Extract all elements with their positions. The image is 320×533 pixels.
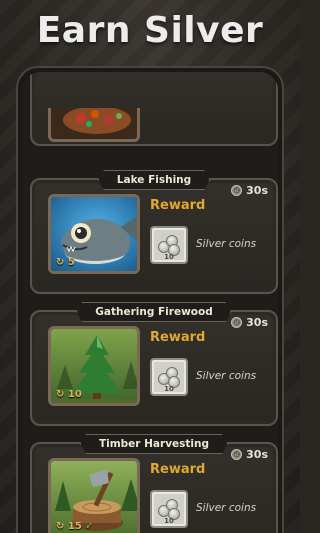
phone-frame: 15 885 bbox=[16, 66, 284, 533]
page-title: Earn Silver bbox=[36, 10, 264, 51]
task-title: Timber Harvesting bbox=[80, 434, 228, 454]
task-badge: ↻ 10 bbox=[56, 389, 82, 400]
task-screen: 15 885 bbox=[22, 72, 278, 533]
task-badge: ↻ 5 bbox=[56, 257, 75, 268]
reward-slot[interactable]: 10 bbox=[150, 490, 188, 528]
task-card-timber-harvesting[interactable]: Timber Harvesting ◷ 30s ↻ 15 ✓ Reward 10… bbox=[30, 442, 278, 533]
reward-label: Reward bbox=[150, 330, 206, 345]
reward-description: Silver coins bbox=[196, 502, 257, 514]
task-art-previous bbox=[48, 108, 140, 142]
clock-icon: ◷ bbox=[231, 317, 243, 328]
clock-icon: ◷ bbox=[231, 185, 243, 196]
task-badge: ↻ 15 ✓ bbox=[56, 521, 94, 532]
reward-description: Silver coins bbox=[196, 370, 257, 382]
firewood-art: ↻ 10 bbox=[48, 326, 140, 406]
reward-label: Reward bbox=[150, 198, 206, 213]
timber-art: ↻ 15 ✓ bbox=[48, 458, 140, 533]
timer-value: 30s bbox=[246, 448, 268, 461]
reward-count: 10 bbox=[164, 253, 174, 261]
reward-slot[interactable]: 10 bbox=[150, 226, 188, 264]
timer-value: 30s bbox=[246, 316, 268, 329]
task-timer: ◷ 30s bbox=[231, 184, 268, 197]
task-card-gathering-firewood[interactable]: Gathering Firewood ◷ 30s ↻ 10 Reward 10 … bbox=[30, 310, 278, 426]
reward-slot[interactable]: 10 bbox=[150, 358, 188, 396]
task-timer: ◷ 30s bbox=[231, 448, 268, 461]
clock-icon: ◷ bbox=[231, 449, 243, 460]
reward-count: 10 bbox=[164, 517, 174, 525]
task-card-previous[interactable] bbox=[30, 72, 278, 146]
timer-value: 30s bbox=[246, 184, 268, 197]
fishing-art: ↻ 5 bbox=[48, 194, 140, 274]
reward-label: Reward bbox=[150, 462, 206, 477]
reward-count: 10 bbox=[164, 385, 174, 393]
task-title: Lake Fishing bbox=[98, 170, 210, 190]
task-timer: ◷ 30s bbox=[231, 316, 268, 329]
reward-description: Silver coins bbox=[196, 238, 257, 250]
task-card-lake-fishing[interactable]: Lake Fishing ◷ 30s ↻ 5 Reward 10 Silver … bbox=[30, 178, 278, 294]
task-title: Gathering Firewood bbox=[76, 302, 231, 322]
